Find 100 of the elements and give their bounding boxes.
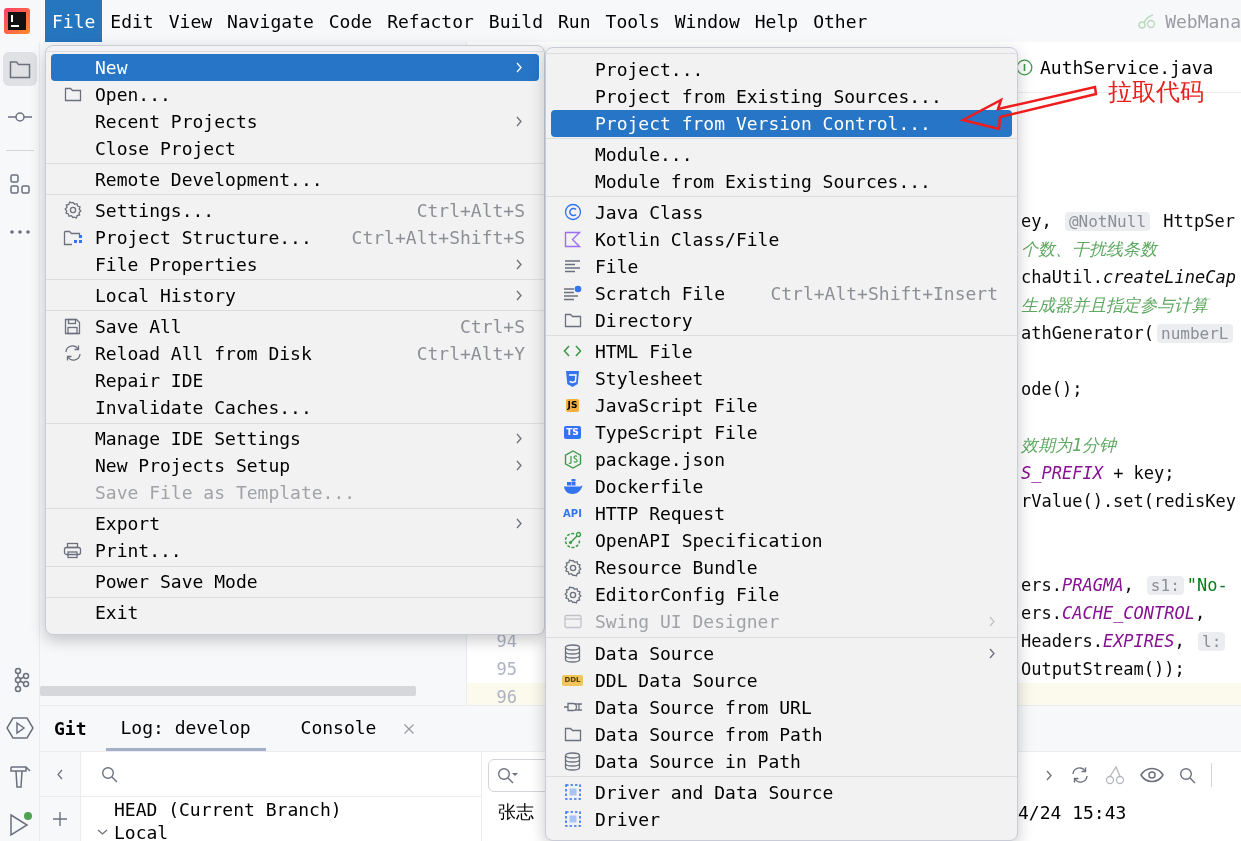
panel-title: Git bbox=[54, 718, 87, 739]
menu-item[interactable]: Local History bbox=[51, 281, 539, 309]
menu-item[interactable]: HTML File bbox=[551, 337, 1012, 365]
menu-item[interactable]: Settings... Ctrl+Alt+S bbox=[51, 196, 539, 224]
menu-bar-item[interactable]: View bbox=[161, 0, 220, 42]
menu-item[interactable]: Print... bbox=[51, 537, 539, 565]
structure-icon[interactable] bbox=[8, 173, 31, 195]
menu-bar-item[interactable]: Edit bbox=[103, 0, 161, 42]
code-text: rValue().set(redisKey bbox=[1021, 491, 1236, 511]
menu-item[interactable]: File Properties bbox=[51, 250, 539, 278]
menu-item[interactable]: File bbox=[551, 252, 1012, 280]
whale-icon bbox=[562, 478, 583, 495]
services-icon[interactable] bbox=[5, 716, 34, 740]
menu-item[interactable]: Java Class bbox=[551, 198, 1012, 226]
menu-item[interactable]: Project Structure... Ctrl+Alt+Shift+S bbox=[51, 223, 539, 251]
code-text: EXPIRES bbox=[1102, 631, 1175, 651]
logo-icon bbox=[4, 8, 30, 34]
menu-item[interactable]: Close Project bbox=[51, 134, 539, 162]
class-circle-icon bbox=[563, 203, 582, 222]
menu-item[interactable]: API HTTP Request bbox=[551, 500, 1012, 528]
commit-icon[interactable] bbox=[7, 111, 32, 123]
commit-date: 4/24 15:43 bbox=[1018, 801, 1127, 823]
menu-item[interactable]: Exit bbox=[51, 599, 539, 627]
menu-bar-item[interactable]: Refactor bbox=[380, 0, 481, 42]
more-icon[interactable] bbox=[8, 229, 31, 235]
shortcut-text: Ctrl+Alt+Shift+Insert bbox=[770, 282, 998, 304]
menu-bar-item[interactable]: Help bbox=[747, 0, 806, 42]
menu-item[interactable]: Data Source from Path bbox=[551, 720, 1012, 748]
menu-item[interactable]: Dockerfile bbox=[551, 473, 1012, 501]
code-text: + key; bbox=[1112, 463, 1175, 483]
printer-icon bbox=[63, 542, 82, 560]
menu-bar-item[interactable]: Window bbox=[667, 0, 747, 42]
hammer-icon[interactable] bbox=[7, 763, 32, 789]
menu-item[interactable]: Manage IDE Settings bbox=[51, 425, 539, 453]
angle-brackets-icon bbox=[563, 344, 582, 359]
menu-bar-item[interactable]: Run bbox=[551, 0, 598, 42]
close-icon[interactable] bbox=[403, 723, 416, 735]
menu-item[interactable]: Module from Existing Sources... bbox=[551, 167, 1012, 195]
search-dropdown-icon bbox=[497, 766, 519, 784]
menu-item[interactable]: Project from Existing Sources... bbox=[551, 82, 1012, 110]
menu-item[interactable]: Reload All from Disk Ctrl+Alt+Y bbox=[51, 339, 539, 367]
save-icon bbox=[64, 317, 81, 335]
menu-item[interactable]: Export bbox=[51, 510, 539, 538]
folder-grid-icon bbox=[62, 228, 83, 246]
menu-bar-item[interactable]: Code bbox=[321, 0, 380, 42]
menu-item[interactable]: Repair IDE bbox=[51, 367, 539, 395]
menu-item[interactable]: Module... bbox=[551, 140, 1012, 168]
menu-item[interactable]: Driver and Data Source bbox=[551, 778, 1012, 806]
menu-item[interactable]: Power Save Mode bbox=[51, 568, 539, 596]
menu-item[interactable]: Stylesheet bbox=[551, 365, 1012, 393]
gauge-icon bbox=[563, 531, 582, 551]
menu-item[interactable]: Remote Development... bbox=[51, 165, 539, 193]
menu-item[interactable]: Project... bbox=[551, 55, 1012, 83]
menu-item[interactable]: EditorConfig File bbox=[551, 581, 1012, 609]
code-text: ers. bbox=[1021, 575, 1062, 595]
shortcut-text: Ctrl+Alt+Shift+S bbox=[351, 226, 525, 248]
menu-item[interactable]: TS TypeScript File bbox=[551, 419, 1012, 447]
menu-item[interactable]: Directory bbox=[551, 306, 1012, 334]
code-text: OutputStream()); bbox=[1021, 659, 1185, 679]
database-icon bbox=[564, 751, 581, 771]
code-comment: 效期为1分钟 bbox=[1021, 433, 1117, 457]
plus-icon[interactable] bbox=[52, 811, 68, 827]
menu-item[interactable]: Invalidate Caches... bbox=[51, 394, 539, 422]
folder-icon[interactable] bbox=[8, 59, 31, 79]
shortcut-text: Ctrl+S bbox=[459, 315, 525, 337]
code-text: ey, bbox=[1021, 211, 1053, 231]
menu-item[interactable]: Open... bbox=[51, 80, 539, 108]
eye-icon[interactable] bbox=[1140, 767, 1164, 783]
menu-item[interactable]: Data Source from URL bbox=[551, 693, 1012, 721]
settings-icon bbox=[563, 558, 582, 577]
menu-item[interactable]: Driver bbox=[551, 805, 1012, 833]
code-text: createLineCap bbox=[1102, 267, 1236, 287]
refresh-icon[interactable] bbox=[1070, 766, 1090, 784]
menu-item[interactable]: Recent Projects bbox=[51, 107, 539, 135]
panel-tab[interactable]: Console bbox=[285, 706, 392, 751]
menu-bar-item[interactable]: Navigate bbox=[220, 0, 321, 42]
menu-item[interactable]: New Projects Setup bbox=[51, 452, 539, 480]
branch-item[interactable]: Local bbox=[114, 822, 169, 841]
menu-item[interactable]: Kotlin Class/File bbox=[551, 225, 1012, 253]
menu-item[interactable]: Scratch File Ctrl+Alt+Shift+Insert bbox=[551, 279, 1012, 307]
menu-item[interactable]: Save All Ctrl+S bbox=[51, 312, 539, 340]
menu-item[interactable]: package.json bbox=[551, 446, 1012, 474]
code-text: , bbox=[1195, 603, 1206, 623]
menu-bar-item[interactable]: Tools bbox=[598, 0, 667, 42]
menu-bar-item[interactable]: Other bbox=[806, 0, 875, 42]
scrollbar-thumb[interactable] bbox=[40, 686, 416, 696]
menu-item[interactable]: New bbox=[51, 53, 539, 81]
menu-item[interactable]: Resource Bundle bbox=[551, 554, 1012, 582]
menu-item[interactable]: Data Source bbox=[551, 639, 1012, 667]
menu-item[interactable]: Project from Version Control... bbox=[551, 109, 1012, 137]
menu-bar-item[interactable]: File bbox=[45, 0, 103, 42]
menu-item[interactable]: JS JavaScript File bbox=[551, 392, 1012, 420]
menu-bar-item[interactable]: Build bbox=[481, 0, 551, 42]
menu-item[interactable]: Data Source in Path bbox=[551, 747, 1012, 775]
menu-item[interactable]: OpenAPI Specification bbox=[551, 527, 1012, 555]
editor-tab[interactable]: AuthService.java bbox=[1040, 56, 1214, 78]
code-text: athGenerator( bbox=[1021, 323, 1155, 343]
search-icon[interactable] bbox=[1179, 766, 1196, 784]
text-file-icon bbox=[564, 258, 581, 275]
branch-item[interactable]: HEAD (Current Branch) bbox=[114, 799, 342, 820]
